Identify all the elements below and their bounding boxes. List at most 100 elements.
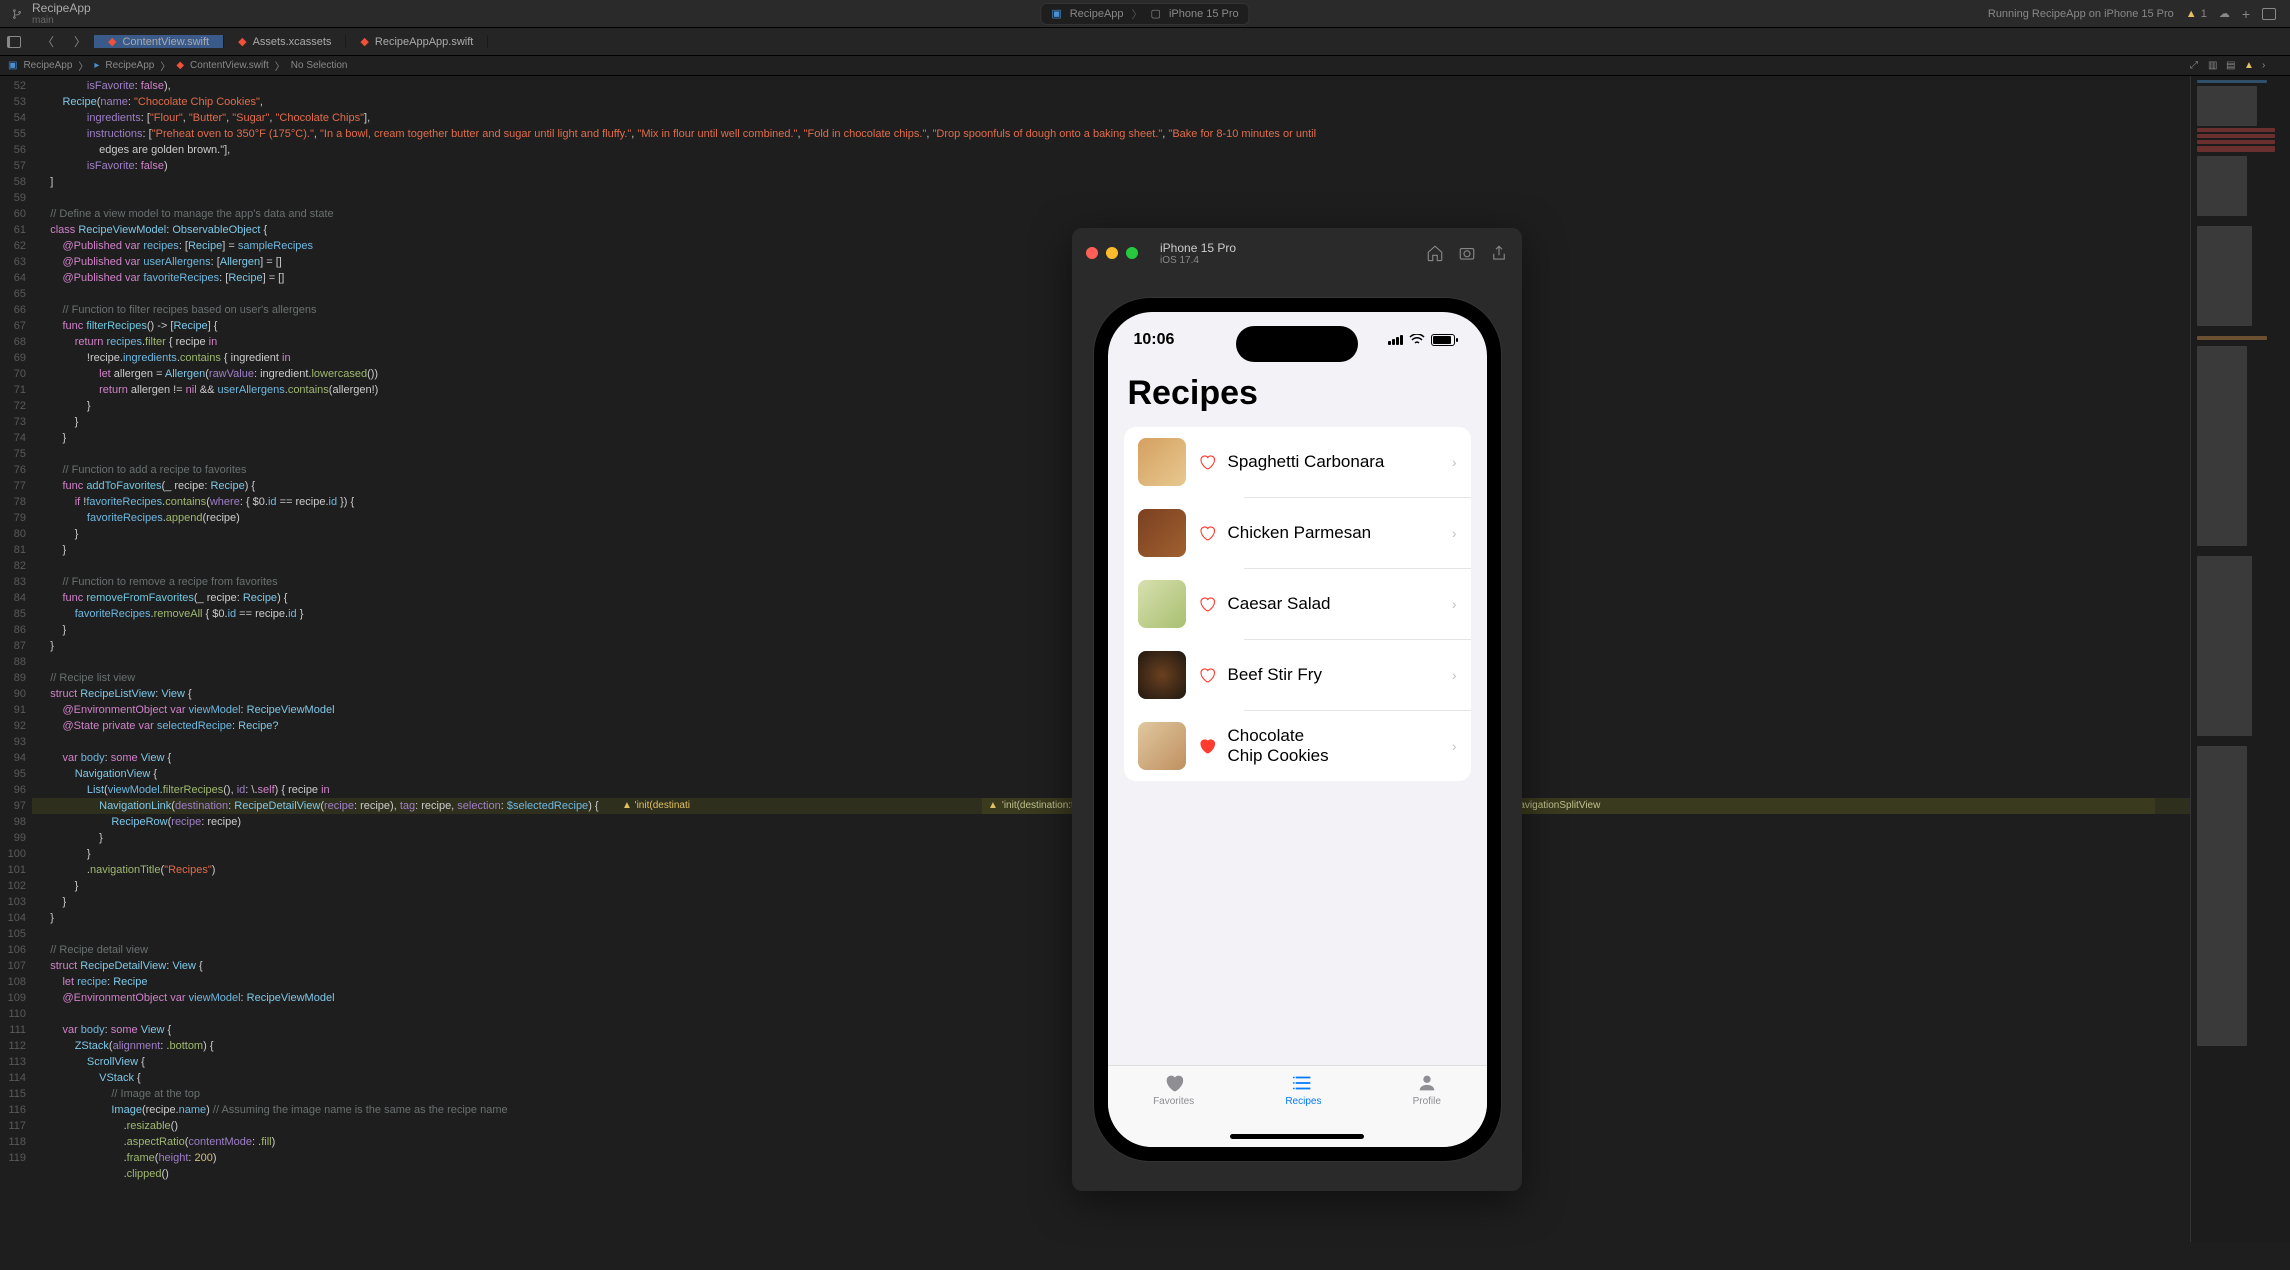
iphone-screen[interactable]: 10:06 Recipes Spaghetti Carbonara › Chic… xyxy=(1108,312,1487,1147)
tabbar-item-profile[interactable]: Profile xyxy=(1413,1072,1441,1147)
wifi-icon xyxy=(1409,334,1425,346)
breadcrumb-item[interactable]: RecipeApp xyxy=(23,60,72,71)
home-indicator[interactable] xyxy=(1230,1134,1364,1139)
tab-label: Recipes xyxy=(1285,1096,1321,1107)
device-name: iPhone 15 Pro xyxy=(1169,8,1239,20)
status-time: 10:06 xyxy=(1134,331,1175,349)
recipe-row[interactable]: Caesar Salad › xyxy=(1124,569,1471,639)
simulator-window[interactable]: iPhone 15 Pro iOS 17.4 10:06 xyxy=(1072,228,1522,1191)
tab-label: RecipeAppApp.swift xyxy=(375,36,473,48)
app-icon: ▣ xyxy=(1051,7,1061,20)
add-button[interactable]: + xyxy=(2242,6,2250,22)
recipe-name: Spaghetti Carbonara xyxy=(1228,452,1440,472)
run-destination[interactable]: ▣ RecipeApp 〉 ▢ iPhone 15 Pro xyxy=(1040,3,1249,25)
recipe-row[interactable]: Chicken Parmesan › xyxy=(1124,498,1471,568)
recipe-thumbnail xyxy=(1138,580,1186,628)
cloud-icon[interactable]: ☁ xyxy=(2219,7,2230,20)
simulator-header[interactable]: iPhone 15 Pro iOS 17.4 xyxy=(1072,228,1522,278)
breadcrumb-item[interactable]: RecipeApp xyxy=(105,60,154,71)
page-title: Recipes xyxy=(1128,374,1467,413)
recipe-name: Caesar Salad xyxy=(1228,594,1440,614)
chevron-right-icon: › xyxy=(1452,667,1457,683)
branch-icon xyxy=(10,7,24,21)
heart-icon[interactable] xyxy=(1198,666,1216,684)
library-icon[interactable] xyxy=(2262,8,2276,20)
recipe-thumbnail xyxy=(1138,438,1186,486)
recipe-name: Chicken Parmesan xyxy=(1228,523,1440,543)
warning-triangle-icon[interactable]: ▲ xyxy=(2244,60,2256,72)
recipe-name: Chocolate Chip Cookies xyxy=(1228,726,1440,766)
recipe-row[interactable]: Spaghetti Carbonara › xyxy=(1124,427,1471,497)
titlebar: RecipeApp main ▣ RecipeApp 〉 ▢ iPhone 15… xyxy=(0,0,2290,28)
folder-icon: ▸ xyxy=(94,60,99,71)
tabbar-item-favorites[interactable]: Favorites xyxy=(1153,1072,1194,1147)
share-icon[interactable] xyxy=(1490,244,1508,262)
breadcrumb-item[interactable]: ContentView.swift xyxy=(190,60,269,71)
project-name[interactable]: RecipeApp xyxy=(32,1,91,15)
recipe-list[interactable]: Spaghetti Carbonara › Chicken Parmesan ›… xyxy=(1124,427,1471,781)
app-icon: ▣ xyxy=(8,60,17,71)
chevron-right-icon: › xyxy=(1452,738,1457,754)
simulator-device: iPhone 15 Pro xyxy=(1160,241,1236,255)
scheme-name: RecipeApp xyxy=(1070,8,1124,20)
dynamic-island xyxy=(1236,326,1358,362)
editor-tab[interactable]: ◆ContentView.swift xyxy=(94,35,224,48)
tab-icon xyxy=(1414,1072,1440,1094)
battery-icon xyxy=(1431,334,1455,346)
editor-tab[interactable]: ◆Assets.xcassets xyxy=(224,35,346,48)
swift-icon: ◆ xyxy=(108,35,116,48)
forward-button[interactable]: 〉 xyxy=(66,29,94,55)
screenshot-icon[interactable] xyxy=(1458,244,1476,262)
heart-icon[interactable] xyxy=(1198,595,1216,613)
tab-label: Profile xyxy=(1413,1096,1441,1107)
minimap[interactable] xyxy=(2190,76,2290,1242)
tab-icon xyxy=(1290,1072,1316,1094)
toolbar: 〈 〉 ◆ContentView.swift◆Assets.xcassets◆R… xyxy=(0,28,2290,56)
signal-icon xyxy=(1388,335,1403,345)
swift-icon: ◆ xyxy=(360,35,368,48)
back-button[interactable]: 〈 xyxy=(34,29,62,55)
recipe-row[interactable]: Beef Stir Fry › xyxy=(1124,640,1471,710)
chevron-icon[interactable]: › xyxy=(2262,60,2274,72)
build-status: Running RecipeApp on iPhone 15 Pro xyxy=(1988,8,2174,20)
layout-icon[interactable]: ▥ xyxy=(2208,60,2220,72)
tab-icon xyxy=(1161,1072,1187,1094)
titlebar-right: Running RecipeApp on iPhone 15 Pro ▲ 1 ☁… xyxy=(1988,6,2290,22)
swift-icon: ◆ xyxy=(176,60,184,71)
tab-label: Favorites xyxy=(1153,1096,1194,1107)
warning-triangle-icon: ▲ xyxy=(988,798,998,814)
home-icon[interactable] xyxy=(1426,244,1444,262)
iphone-frame: 10:06 Recipes Spaghetti Carbonara › Chic… xyxy=(1094,298,1501,1161)
recipe-thumbnail xyxy=(1138,509,1186,557)
chevron-right-icon: › xyxy=(1452,454,1457,470)
heart-icon[interactable] xyxy=(1198,524,1216,542)
warning-badge[interactable]: ▲ 1 xyxy=(2186,8,2207,20)
chevron-right-icon: › xyxy=(1452,525,1457,541)
titlebar-left: RecipeApp main xyxy=(0,1,91,26)
minimize-button[interactable] xyxy=(1106,247,1118,259)
heart-icon[interactable] xyxy=(1198,453,1216,471)
close-button[interactable] xyxy=(1086,247,1098,259)
panel-icon[interactable]: ▤ xyxy=(2226,60,2238,72)
expand-icon[interactable]: ⤢ xyxy=(2190,60,2202,72)
traffic-lights xyxy=(1086,247,1138,259)
phone-icon: ▢ xyxy=(1151,7,1161,20)
heart-icon[interactable] xyxy=(1198,737,1216,755)
simulator-os: iOS 17.4 xyxy=(1160,255,1236,266)
zoom-button[interactable] xyxy=(1126,247,1138,259)
warning-triangle-icon: ▲ xyxy=(2186,8,2197,20)
editor-tab[interactable]: ◆ RecipeAppApp.swift xyxy=(346,35,488,48)
branch-name[interactable]: main xyxy=(32,15,91,26)
recipe-row[interactable]: Chocolate Chip Cookies › xyxy=(1124,711,1471,781)
recipe-thumbnail xyxy=(1138,651,1186,699)
warning-triangle-icon: ▲ 'init(destinati xyxy=(622,798,690,814)
breadcrumb[interactable]: ▣ RecipeApp 〉 ▸ RecipeApp 〉 ◆ ContentVie… xyxy=(0,56,2290,76)
navigator-toggle-button[interactable] xyxy=(0,29,28,55)
line-gutter: 5253545556575859606162636465666768697071… xyxy=(0,76,32,1242)
breadcrumb-item: No Selection xyxy=(291,60,348,71)
chevron-right-icon: › xyxy=(1452,596,1457,612)
warning-count: 1 xyxy=(2201,8,2207,20)
swift-icon: ◆ xyxy=(238,35,246,48)
recipe-thumbnail xyxy=(1138,722,1186,770)
nav-title: Recipes xyxy=(1108,368,1487,423)
